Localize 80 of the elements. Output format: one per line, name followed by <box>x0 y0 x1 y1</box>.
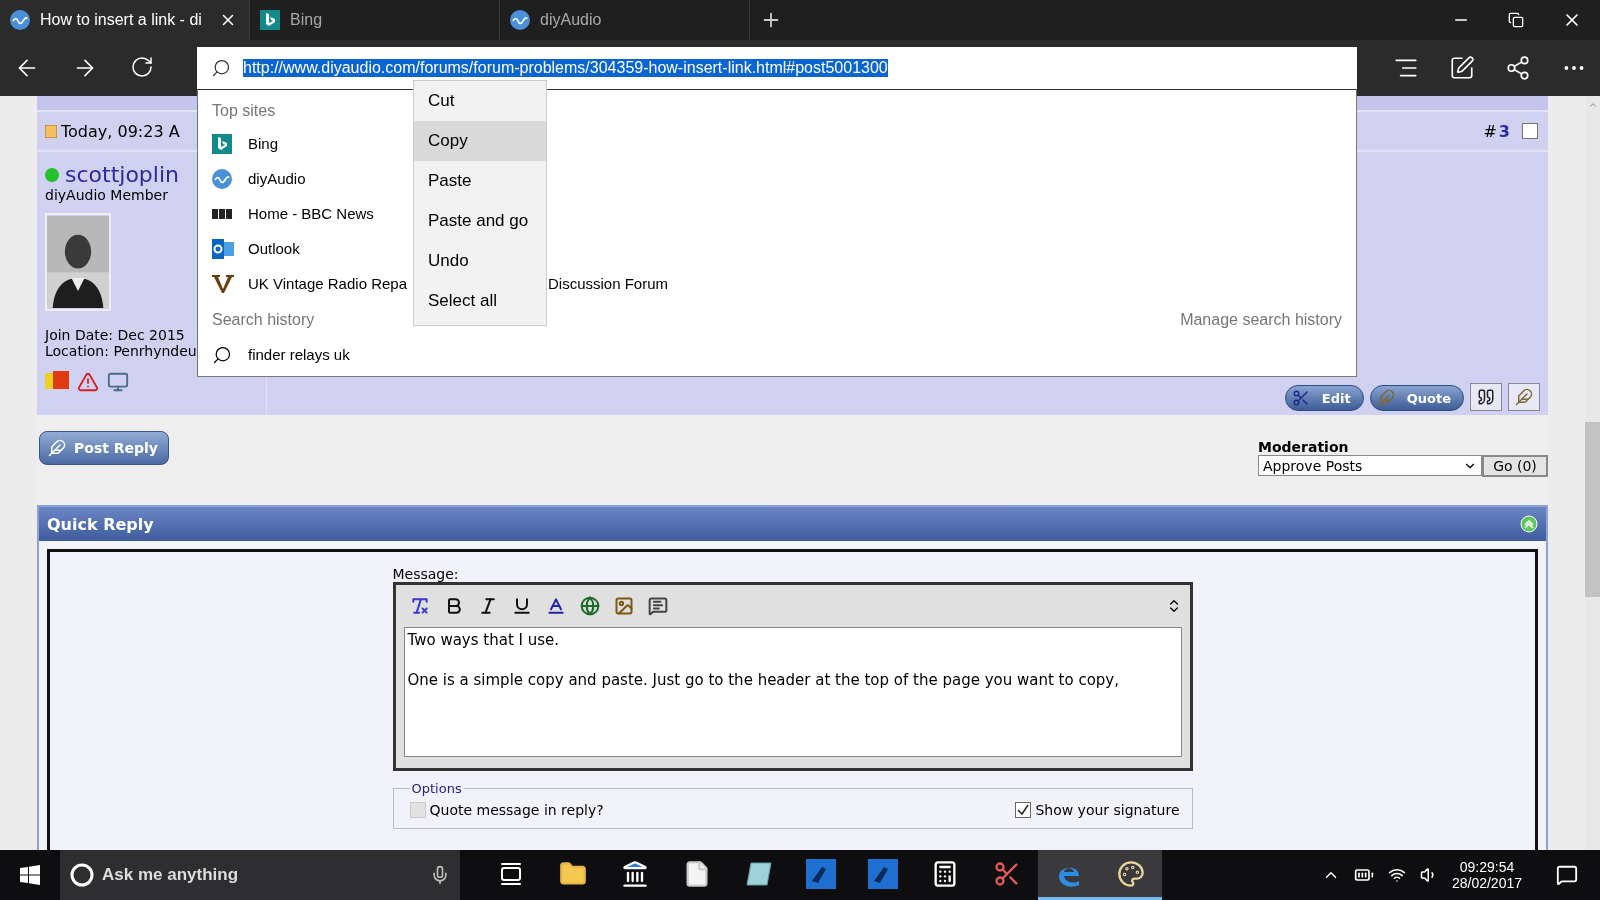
search-field[interactable]: Ask me anything <box>60 850 460 900</box>
folder-icon[interactable] <box>559 859 587 888</box>
manage-history-link[interactable]: Manage search history <box>1180 311 1342 329</box>
quill-icon <box>1515 388 1533 406</box>
top-site-link[interactable]: Home - BBC News <box>248 205 374 222</box>
app-icon[interactable] <box>806 858 836 889</box>
message-field[interactable]: Two ways that I use. One is a simple copy and paste. Just go to the header at the top of the page you want to copy, <box>403 627 1182 757</box>
warning-icon[interactable] <box>77 371 99 393</box>
notebook-icon[interactable] <box>745 860 773 887</box>
quick-reply-title: Quick Reply <box>47 514 154 534</box>
top-site-link[interactable]: Bing <box>248 135 279 152</box>
menu-item[interactable]: Paste <box>414 161 546 201</box>
search-icon <box>212 344 232 365</box>
note-pen-icon[interactable] <box>1449 55 1475 81</box>
mail-icon <box>212 238 234 259</box>
join-date: Join Date: Dec 2015 <box>45 327 185 343</box>
three-blocks-icon <box>212 208 232 219</box>
restore-icon[interactable] <box>1508 12 1524 28</box>
clock-date[interactable]: 28/02/2017 <box>1451 875 1522 891</box>
go-button[interactable]: Go (0) <box>1482 455 1548 477</box>
wave-globe-icon <box>510 10 530 30</box>
wave-globe-icon <box>212 168 232 189</box>
post-number-mark: # <box>1483 121 1497 141</box>
collapse-icon[interactable] <box>1520 515 1538 533</box>
menu-item[interactable]: Undo <box>414 241 546 281</box>
quote-icon <box>1477 388 1495 406</box>
wifi-icon[interactable] <box>1387 866 1406 884</box>
section-heading: Search history <box>212 311 315 329</box>
reputation-icon[interactable] <box>45 371 69 391</box>
bing-icon <box>212 133 232 154</box>
refresh-icon[interactable] <box>130 55 154 79</box>
wave-globe-icon <box>10 10 30 30</box>
quill-icon <box>1376 389 1395 407</box>
address-field[interactable]: http://www.diyaudio.com/forums/forum-problems/304359-how-insert-link.html#post5001300 <box>197 47 1357 89</box>
moderation-select[interactable]: Approve Posts <box>1258 455 1482 476</box>
windows-icon <box>20 865 40 885</box>
post-action-button[interactable]: Quote <box>1369 385 1464 411</box>
location: Location: Penrhyndeu <box>45 343 197 359</box>
v-shield-icon <box>212 273 234 294</box>
post-checkbox[interactable] <box>1522 123 1538 139</box>
post-number[interactable]: 3 <box>1498 121 1510 141</box>
menu-item[interactable]: Select all <box>414 281 546 321</box>
top-site-link[interactable]: UK Vintage Radio Repa <box>248 275 407 292</box>
building-icon[interactable] <box>621 859 649 888</box>
option-checkbox[interactable]: Show your signature <box>1015 802 1180 818</box>
menu-item[interactable]: Paste and go <box>414 201 546 241</box>
share-icon[interactable] <box>1505 55 1531 81</box>
top-site-link[interactable]: Outlook <box>248 240 300 257</box>
microphone-icon[interactable] <box>430 865 450 885</box>
check-icon <box>1017 804 1030 816</box>
palette-icon[interactable] <box>1117 859 1145 888</box>
scissors-icon[interactable] <box>993 859 1021 888</box>
cortana-icon <box>70 863 94 887</box>
top-site-link[interactable]: diyAudio <box>248 170 306 187</box>
search-icon <box>211 58 231 78</box>
history-item[interactable]: finder relays uk <box>248 346 350 363</box>
computer-icon[interactable] <box>107 371 129 393</box>
section-heading: Top sites <box>212 102 276 120</box>
post-reply-button[interactable]: Post Reply <box>39 431 169 465</box>
moderation-label: Moderation <box>1258 439 1350 455</box>
note-icon <box>45 124 57 138</box>
scissors-icon <box>1291 389 1310 407</box>
post-action-button[interactable] <box>1470 383 1502 411</box>
username-link[interactable]: scottjoplin <box>65 162 179 187</box>
clock-time[interactable]: 09:29:54 <box>1459 859 1515 875</box>
task-view-icon[interactable] <box>499 861 523 886</box>
scrollbar-thumb[interactable] <box>1585 422 1600 597</box>
notifications-icon[interactable] <box>1556 864 1578 886</box>
post-date: Today, 09:23 A <box>61 121 180 141</box>
user-rank: diyAudio Member <box>45 187 168 203</box>
message-label: Message: <box>392 566 460 582</box>
options-legend: Options <box>409 781 464 796</box>
bing-icon <box>260 10 280 30</box>
quill-icon <box>48 439 66 457</box>
taskbar-app[interactable] <box>1100 850 1162 900</box>
menu-item[interactable]: Copy <box>414 121 546 161</box>
top-site-link[interactable]: Discussion Forum <box>548 275 669 292</box>
post-action-button[interactable]: Edit <box>1284 385 1364 411</box>
browser-tab[interactable]: How to insert a link - di <box>0 0 250 40</box>
app-icon[interactable] <box>868 858 898 889</box>
